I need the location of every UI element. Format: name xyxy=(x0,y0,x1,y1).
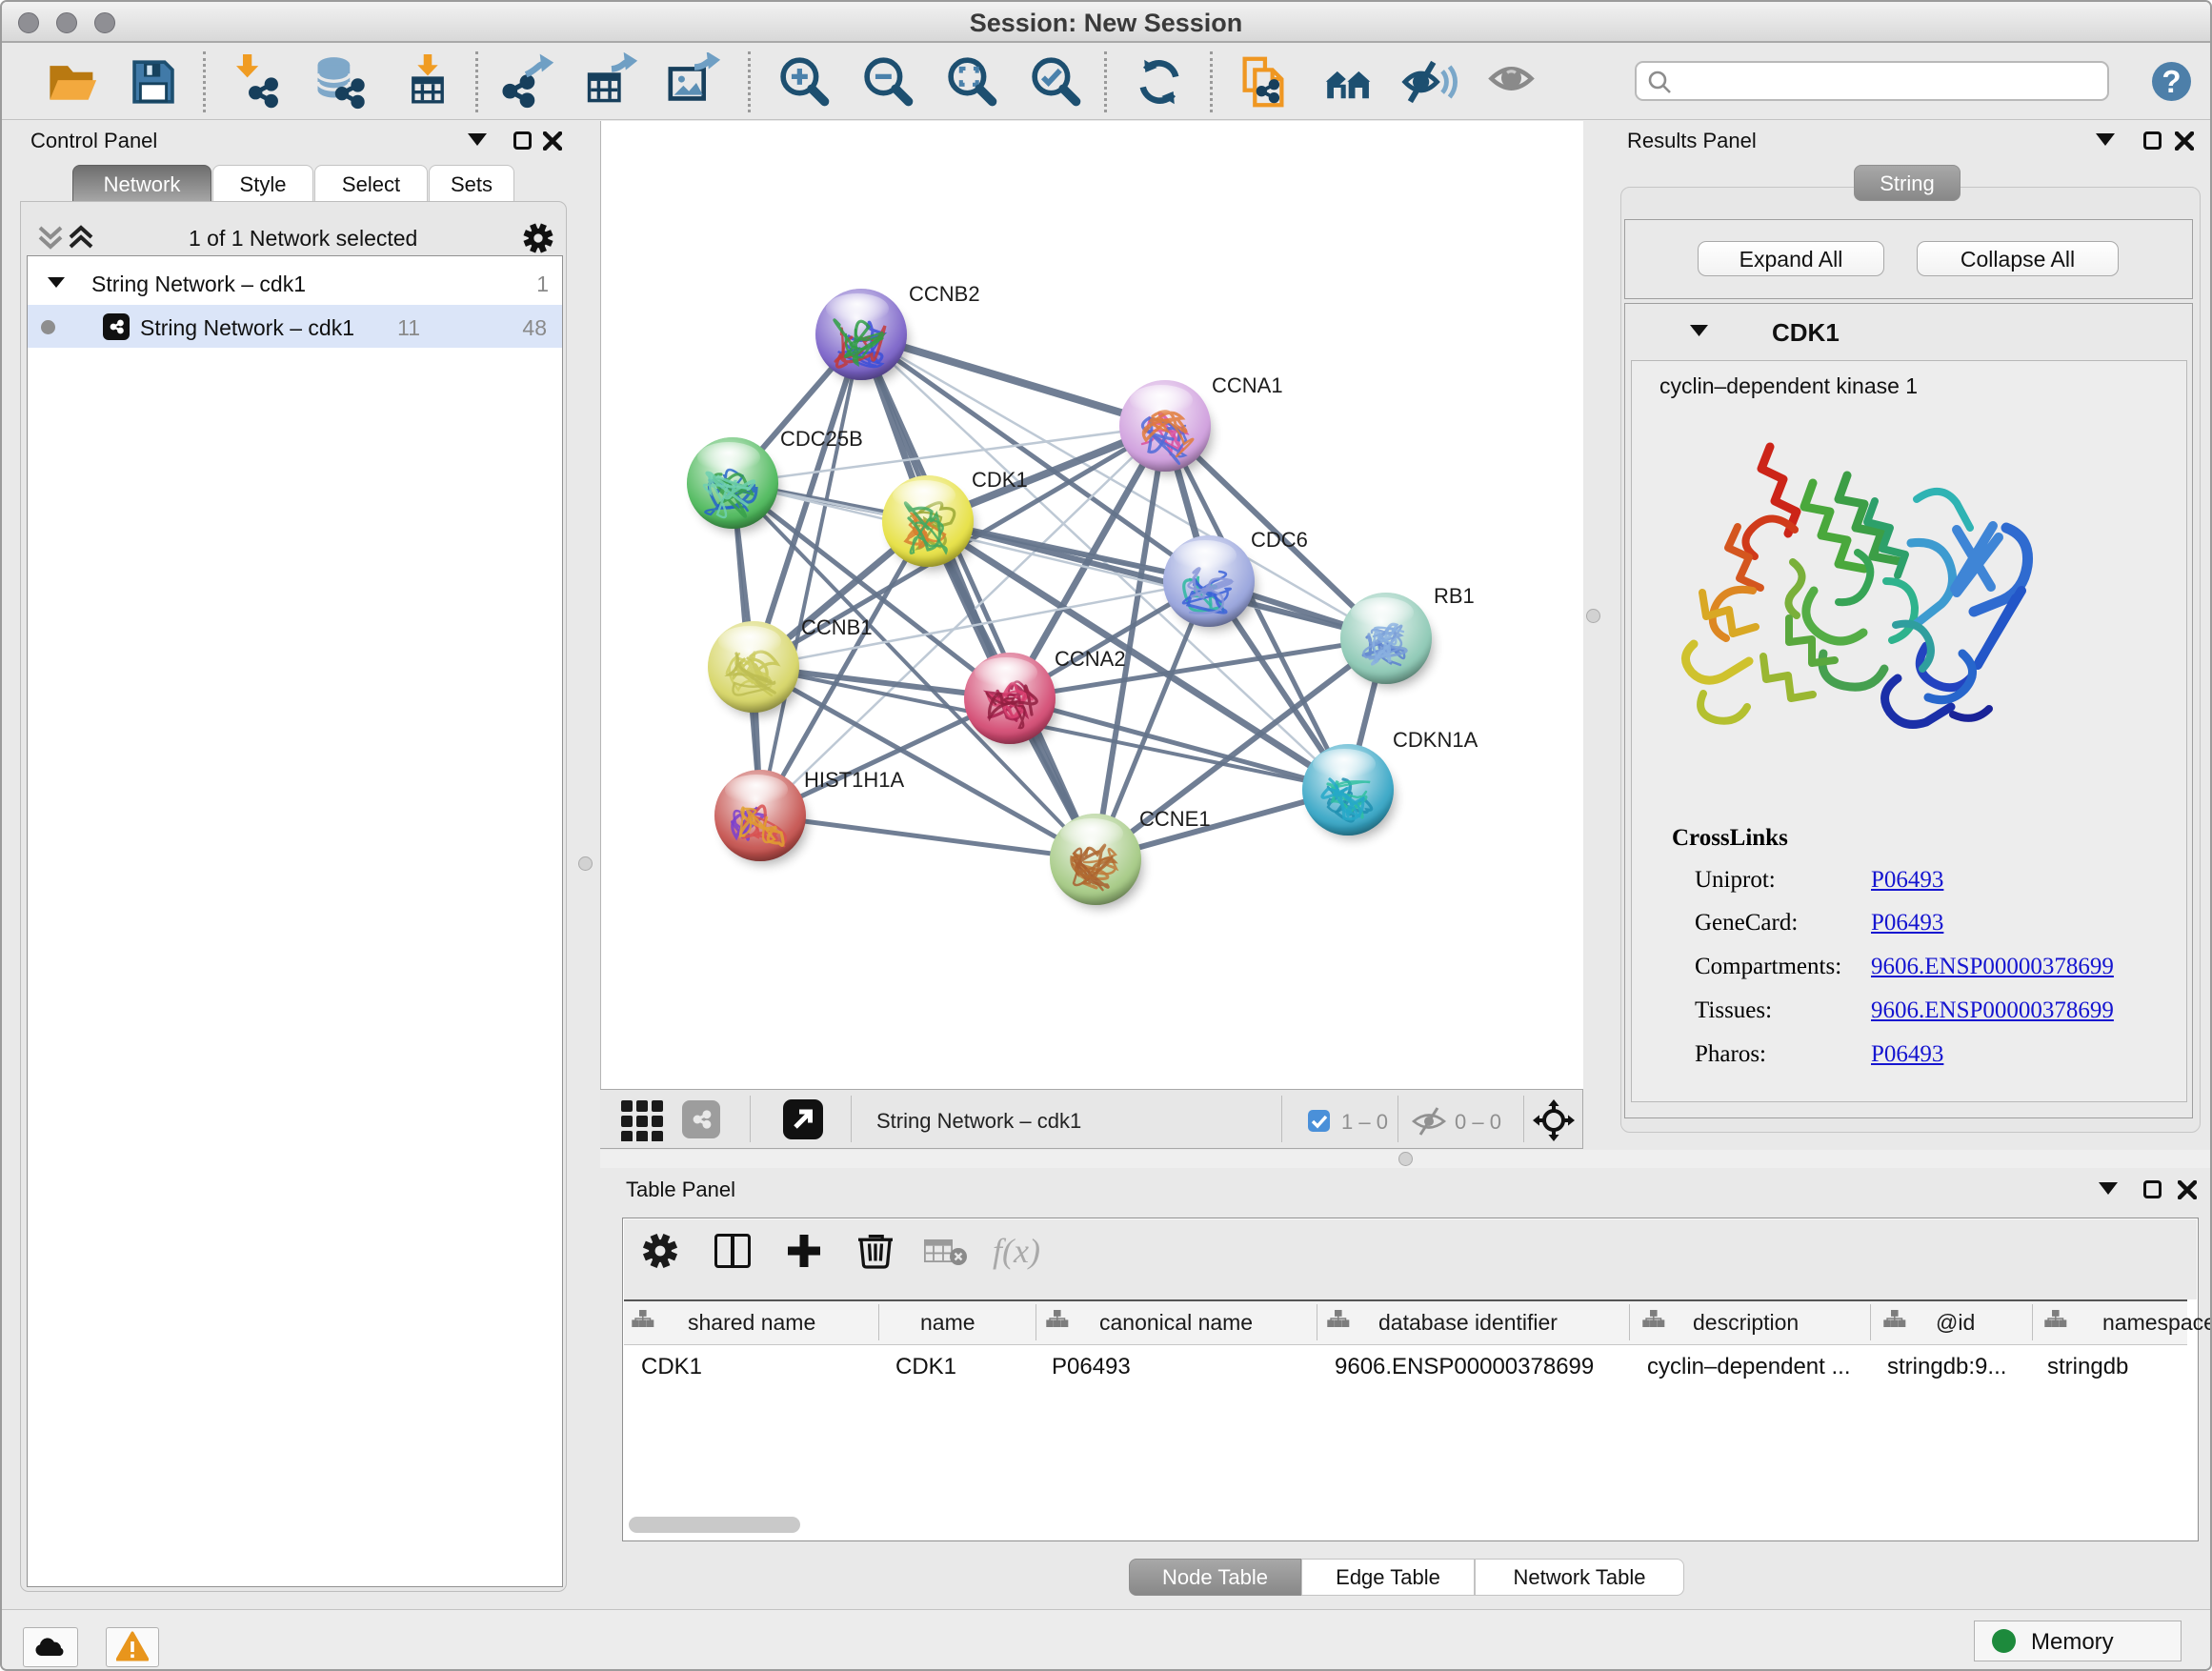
svg-text:CCNB1: CCNB1 xyxy=(801,615,873,639)
svg-text:CDK1: CDK1 xyxy=(972,468,1028,492)
svg-text:CCNB2: CCNB2 xyxy=(909,282,980,306)
svg-text:CCNA2: CCNA2 xyxy=(1055,647,1126,671)
svg-text:HIST1H1A: HIST1H1A xyxy=(804,768,904,792)
svg-text:CDC6: CDC6 xyxy=(1251,528,1308,552)
svg-text:CDC25B: CDC25B xyxy=(780,427,863,451)
svg-text:RB1: RB1 xyxy=(1434,584,1475,608)
svg-text:CDKN1A: CDKN1A xyxy=(1393,728,1478,752)
svg-text:CCNA1: CCNA1 xyxy=(1212,373,1283,397)
svg-text:CCNE1: CCNE1 xyxy=(1139,807,1211,831)
